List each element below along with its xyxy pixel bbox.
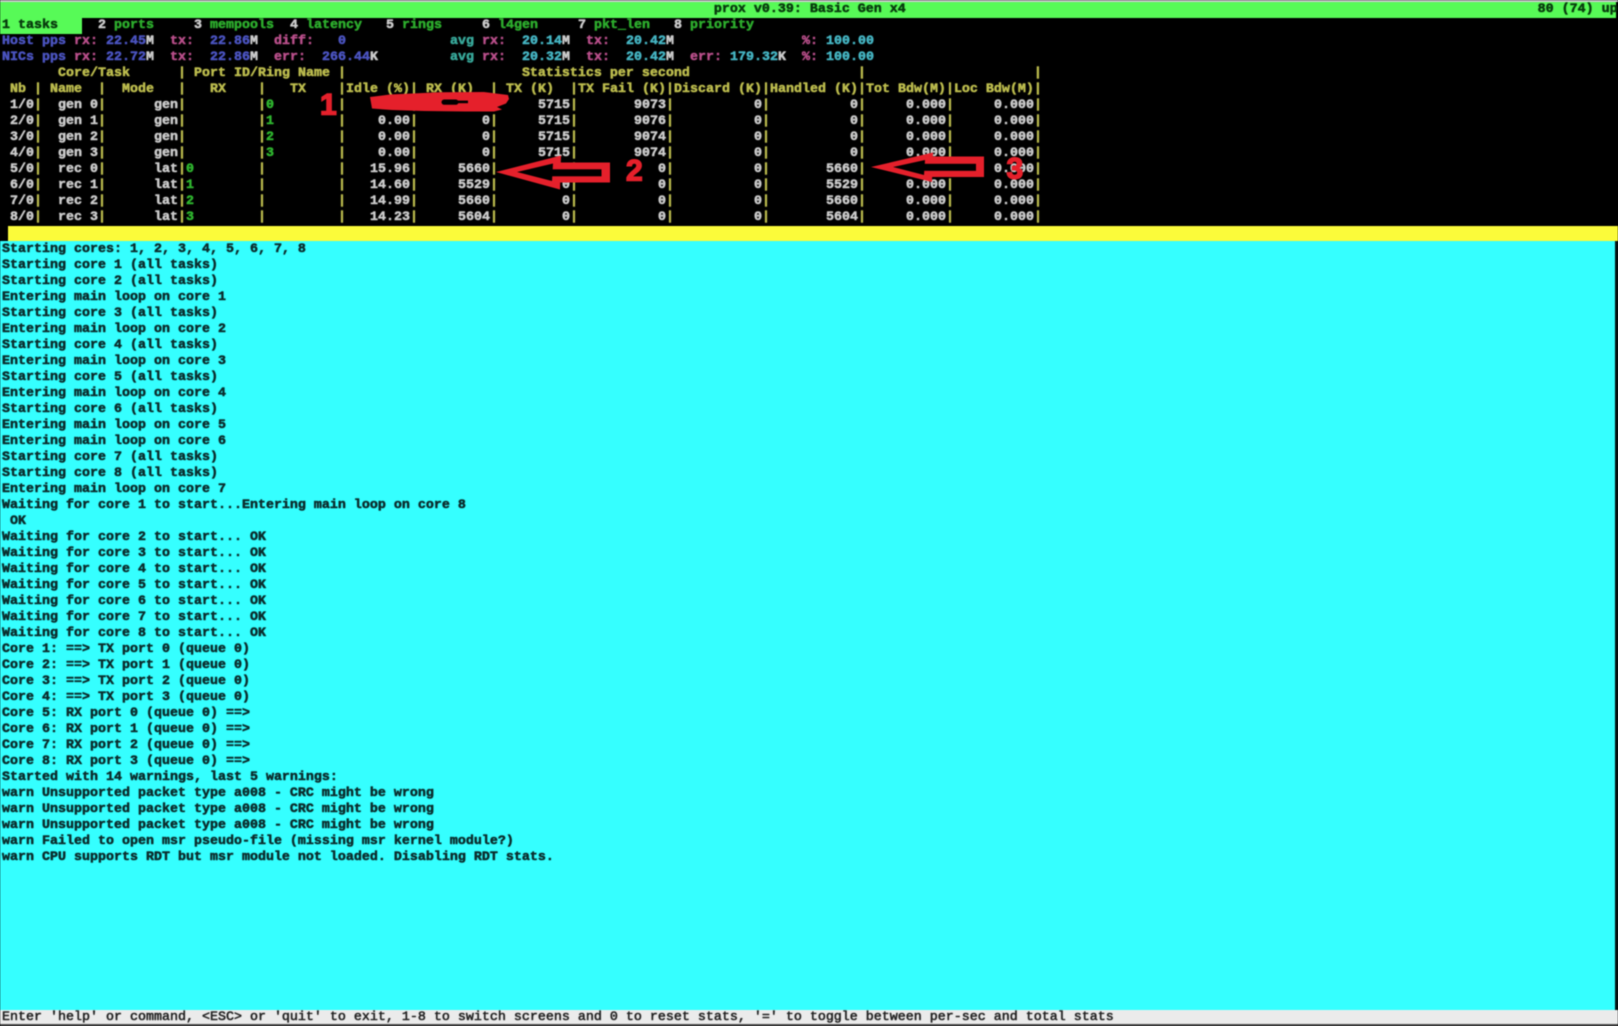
- svg-text:3: 3: [1007, 153, 1024, 186]
- svg-text:1: 1: [320, 89, 337, 122]
- svg-text:2: 2: [626, 155, 643, 188]
